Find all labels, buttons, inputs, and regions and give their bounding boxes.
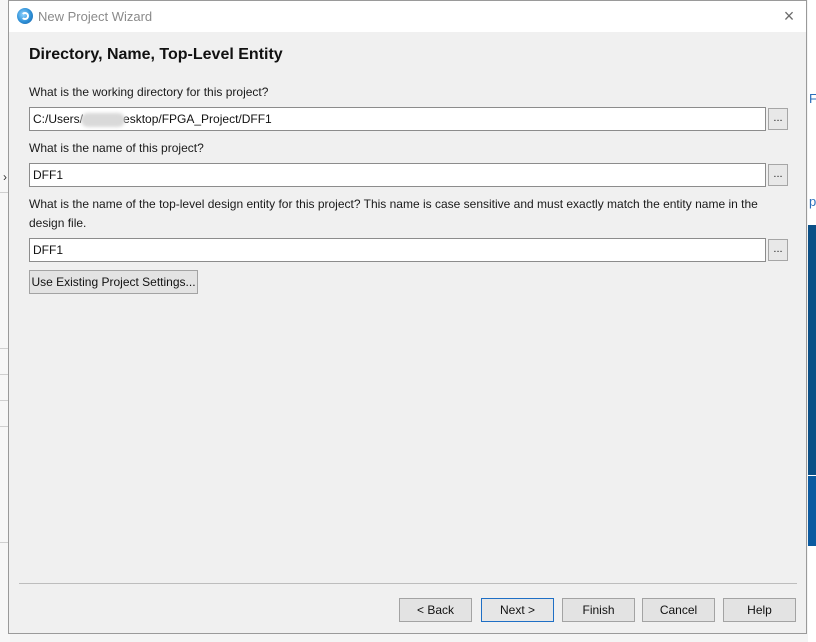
next-button[interactable]: Next > xyxy=(481,598,554,622)
background-right-letter-2: p xyxy=(809,194,816,209)
directory-input[interactable]: C:/Users/esktop/FPGA_Project/DFF1 xyxy=(29,107,766,131)
new-project-wizard-dialog: New Project Wizard × Directory, Name, To… xyxy=(8,0,807,634)
finish-button[interactable]: Finish xyxy=(562,598,635,622)
top-level-entity-label-line1: What is the name of the top-level design… xyxy=(29,197,758,211)
background-banner xyxy=(808,225,816,475)
top-level-entity-label-line2: design file. xyxy=(29,216,87,230)
page-title: Directory, Name, Top-Level Entity xyxy=(29,46,283,63)
directory-value-prefix: C:/Users/ xyxy=(33,112,84,126)
directory-label: What is the working directory for this p… xyxy=(29,85,269,99)
directory-value-suffix: esktop/FPGA_Project/DFF1 xyxy=(123,112,272,126)
help-button[interactable]: Help xyxy=(723,598,796,622)
top-level-entity-browse-button[interactable]: ... xyxy=(768,239,788,261)
project-name-input[interactable]: DFF1 xyxy=(29,163,766,187)
background-expand-glyph: › xyxy=(3,170,7,184)
directory-browse-button[interactable]: ... xyxy=(768,108,788,130)
project-name-label: What is the name of this project? xyxy=(29,141,204,155)
top-level-entity-label: What is the name of the top-level design… xyxy=(29,195,779,233)
back-button[interactable]: < Back xyxy=(399,598,472,622)
project-name-browse-button[interactable]: ... xyxy=(768,164,788,186)
background-banner-2 xyxy=(808,476,816,546)
quartus-globe-icon xyxy=(17,8,33,24)
close-icon[interactable]: × xyxy=(778,5,800,27)
cancel-button[interactable]: Cancel xyxy=(642,598,715,622)
top-level-entity-input[interactable]: DFF1 xyxy=(29,238,766,262)
window-title: New Project Wizard xyxy=(38,9,153,24)
redacted-username xyxy=(81,112,126,127)
use-existing-settings-button[interactable]: Use Existing Project Settings... xyxy=(29,270,198,294)
background-right-letter: F xyxy=(809,91,816,106)
title-bar[interactable]: New Project Wizard × xyxy=(9,1,806,32)
footer-separator xyxy=(19,583,797,584)
